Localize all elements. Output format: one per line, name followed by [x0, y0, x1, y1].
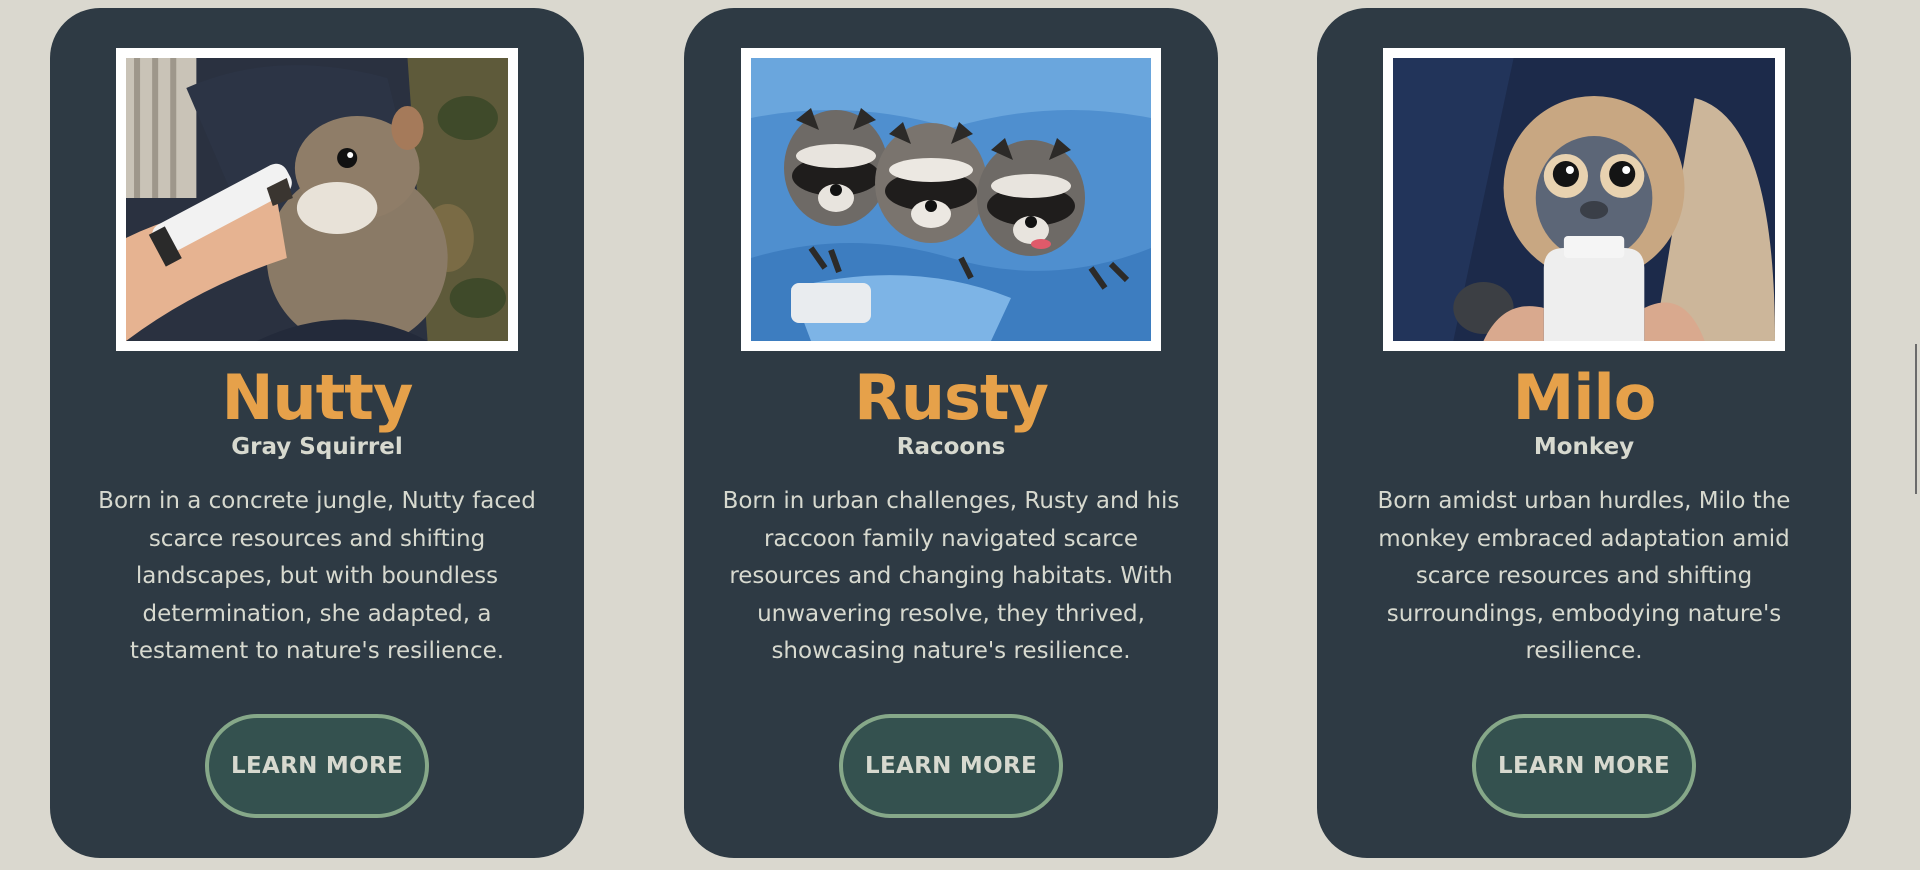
animal-name: Milo: [1512, 361, 1657, 434]
animal-card-nutty: Nutty Gray Squirrel Born in a concrete j…: [50, 8, 584, 858]
learn-more-button[interactable]: LEARN MORE: [839, 714, 1063, 818]
raccoons-photo: [751, 58, 1151, 341]
animal-description: Born in urban challenges, Rusty and his …: [722, 488, 1180, 664]
animal-description: Born amidst urban hurdles, Milo the monk…: [1377, 488, 1791, 664]
animal-card-rusty: Rusty Racoons Born in urban challenges, …: [684, 8, 1218, 858]
photo-frame: [741, 48, 1161, 351]
photo-frame: [116, 48, 518, 351]
learn-more-button[interactable]: LEARN MORE: [205, 714, 429, 818]
animal-species: Racoons: [896, 434, 1006, 460]
animal-description: Born in a concrete jungle, Nutty faced s…: [98, 488, 536, 664]
scrollbar-thumb[interactable]: [1915, 344, 1917, 494]
animal-card-milo: Milo Monkey Born amidst urban hurdles, M…: [1317, 8, 1851, 858]
monkey-photo: [1393, 58, 1775, 341]
photo-frame: [1383, 48, 1785, 351]
page: Nutty Gray Squirrel Born in a concrete j…: [0, 0, 1920, 870]
squirrel-photo: [126, 58, 508, 341]
animal-name: Rusty: [854, 361, 1049, 434]
learn-more-button[interactable]: LEARN MORE: [1472, 714, 1696, 818]
animal-name: Nutty: [221, 361, 414, 434]
animal-species: Monkey: [1533, 434, 1635, 460]
animal-species: Gray Squirrel: [231, 434, 403, 460]
